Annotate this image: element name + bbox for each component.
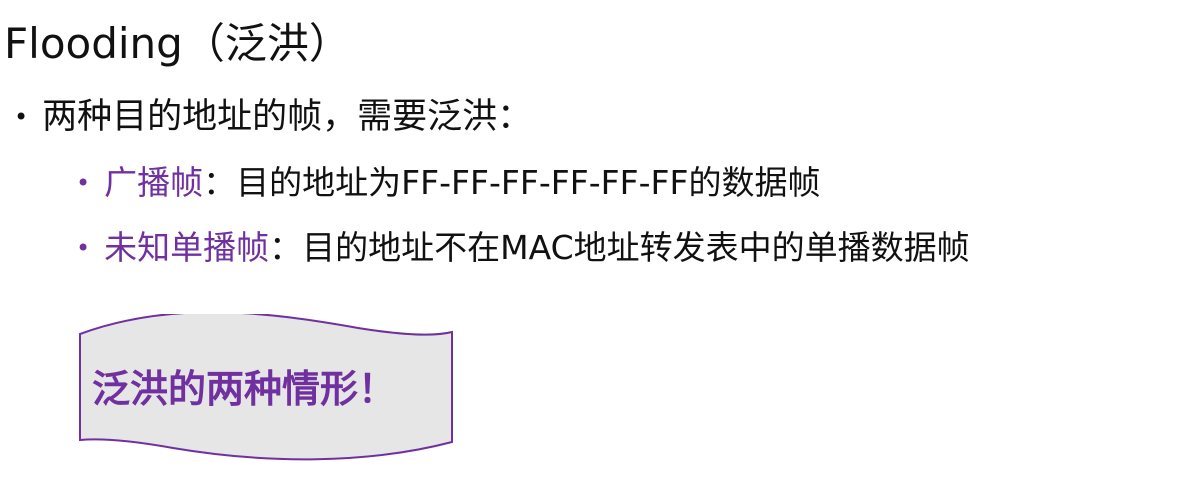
bullet-dot-icon: • [14,103,29,131]
callout-text: 泛洪的两种情形！ [92,367,397,411]
main-bullet-item: • 两种目的地址的帧，需要泛洪： [14,92,532,142]
term-unknown-unicast-frame: 未知单播帧 [104,228,270,267]
main-bullet-text: 两种目的地址的帧，需要泛洪： [42,97,533,137]
term-broadcast-frame: 广播帧 [104,163,204,202]
term-separator: ： [269,228,303,267]
callout-wave-banner: 泛洪的两种情形！ [78,314,454,464]
bullet-dot-icon: • [76,169,91,197]
sub-bullet-item-broadcast: • 广播帧 ： 目的地址为FF-FF-FF-FF-FF-FF的数据帧 [76,158,820,208]
description-unknown-unicast-frame: 目的地址不在MAC地址转发表中的单播数据帧 [302,228,970,267]
term-separator: ： [203,163,237,202]
bullet-dot-icon: • [76,234,91,262]
slide-title: Flooding（泛洪） [4,19,351,68]
sub-bullet-item-unknown-unicast: • 未知单播帧 ： 目的地址不在MAC地址转发表中的单播数据帧 [76,223,970,273]
description-broadcast-frame: 目的地址为FF-FF-FF-FF-FF-FF的数据帧 [236,163,821,202]
